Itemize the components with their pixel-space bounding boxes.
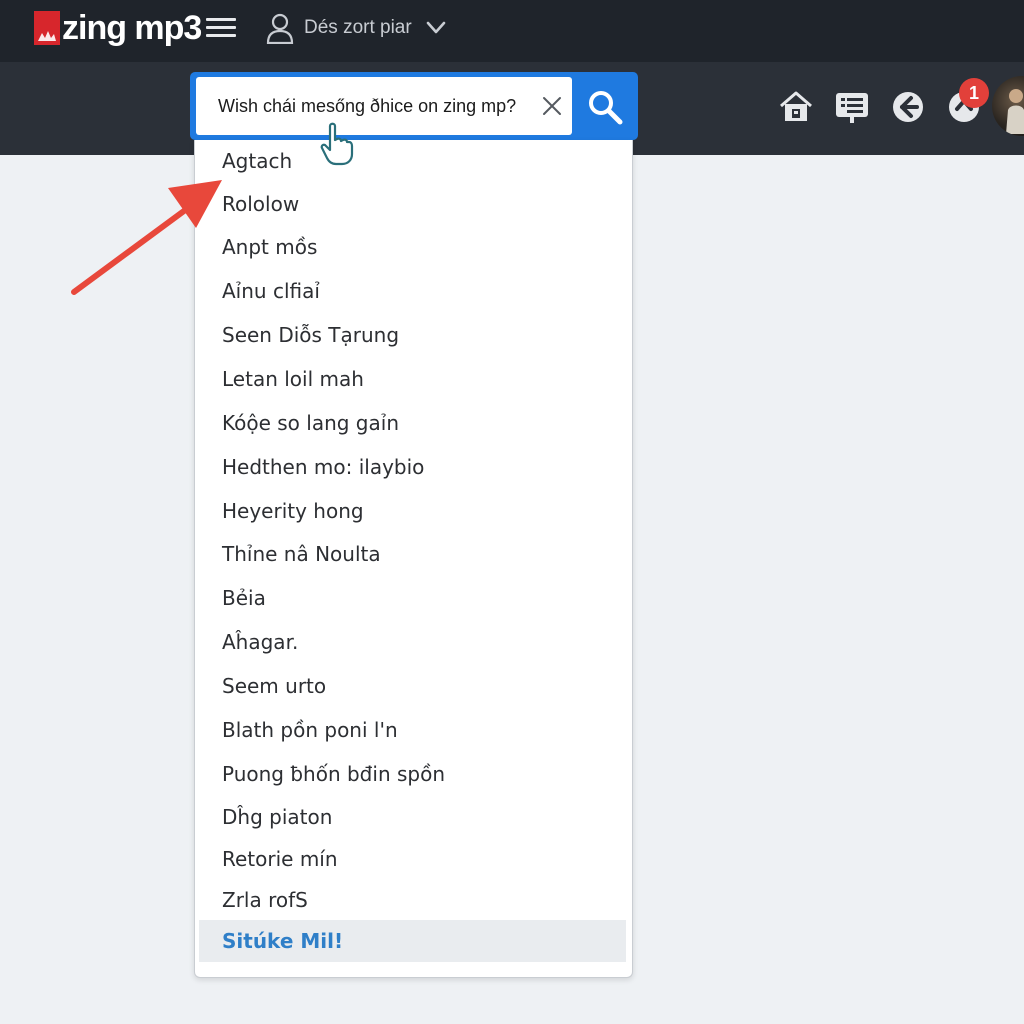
home-icon[interactable] [778,89,814,125]
notification-badge: 1 [959,78,989,108]
suggestion-item[interactable]: Anpt mồs [199,226,626,268]
suggestion-item[interactable]: Blath pồn poni l'n [199,709,626,751]
suggestion-item[interactable]: Kóộe so lang gaỉn [199,402,626,444]
playlist-icon[interactable] [834,89,870,125]
app-name: zing mp3 [62,9,202,47]
suggestion-item[interactable]: Aĥagar. [199,621,626,663]
logo-mark-icon [34,11,60,45]
annotation-arrow-icon [71,180,222,295]
search-input[interactable]: Wish chái mesőng ðhice on zing mp? [196,77,572,135]
menu-icon[interactable] [206,15,236,41]
suggestion-item[interactable]: Heyerity hong [199,490,626,532]
user-icon [266,13,294,44]
suggestion-item[interactable]: Agtach [199,140,626,182]
user-menu[interactable]: Dés zort piar [266,10,446,46]
app-logo[interactable]: zing mp3 [34,9,202,47]
suggestion-item[interactable]: Rololow [199,183,626,225]
suggestion-item[interactable]: Retorie mín [199,838,626,880]
suggestion-item[interactable]: Bẻia [199,577,626,619]
suggestion-item[interactable]: Seen Diỗs Tạrung [199,314,626,356]
user-name: Dés zort piar [304,17,412,38]
suggestion-item[interactable]: Puong ƀhốn bđin spồn [199,753,626,795]
suggestion-item[interactable]: Hedthen mo: ilaybiо [199,446,626,488]
suggestion-item[interactable]: Zrla rofS [199,879,626,921]
suggestion-item-selected[interactable]: Sitúke Mil! [199,920,626,962]
search-icon[interactable] [586,88,624,126]
hand-cursor-icon [320,122,354,166]
suggestion-item[interactable]: Dĥg piaton [199,796,626,838]
suggestion-item[interactable]: Seem urto [199,665,626,707]
suggestion-item[interactable]: Thỉne nâ Noulta [199,533,626,575]
chevron-down-icon [426,21,446,34]
suggestion-dropdown: Agtach Rololow Anpt mồs Aỉnu clfiaỉ Seen… [194,140,633,978]
close-icon[interactable] [540,94,564,118]
top-bar: zing mp3 Dés zort piar [0,0,1024,62]
back-icon[interactable] [890,89,926,125]
suggestion-item[interactable]: Aỉnu clfiaỉ [199,270,626,312]
suggestion-item[interactable]: Letan loil mah [199,358,626,400]
